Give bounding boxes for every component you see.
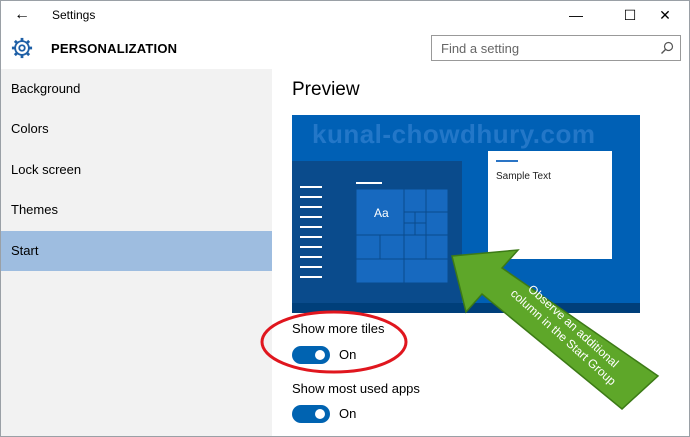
sidebar-item-themes[interactable]: Themes	[1, 190, 272, 230]
search-icon[interactable]	[660, 41, 674, 55]
watermark: kunal-chowdhury.com	[312, 119, 596, 149]
sidebar-item-background[interactable]: Background	[1, 69, 272, 109]
main-content: Preview Aa Sample Text kunal-chowdhury.c…	[272, 69, 689, 436]
sidebar-item-colors[interactable]: Colors	[1, 109, 272, 149]
tile-label: Aa	[374, 206, 389, 220]
show-most-used-apps-label: Show most used apps	[292, 381, 420, 396]
show-most-used-apps-state: On	[339, 406, 357, 421]
title-bar: ← Settings — ☐ ✕	[1, 1, 689, 29]
page-header: PERSONALIZATION	[1, 29, 689, 69]
sidebar-item-start[interactable]: Start	[1, 231, 272, 271]
toggle-knob	[315, 350, 325, 360]
toggle-knob	[315, 409, 325, 419]
show-most-used-apps-toggle[interactable]	[292, 405, 330, 423]
start-preview: Aa Sample Text kunal-chowdhury.com	[292, 115, 640, 313]
sidebar-item-lock-screen[interactable]: Lock screen	[1, 150, 272, 190]
preview-heading: Preview	[292, 79, 360, 100]
back-arrow-icon[interactable]: ←	[9, 4, 35, 26]
gear-icon	[11, 37, 33, 59]
show-more-tiles-state: On	[339, 347, 357, 362]
show-more-tiles-toggle[interactable]	[292, 346, 330, 364]
minimize-icon[interactable]: —	[553, 1, 599, 29]
search-box[interactable]	[431, 35, 681, 61]
sidebar: Background Colors Lock screen Themes Sta…	[1, 69, 272, 436]
page-title: PERSONALIZATION	[51, 41, 178, 56]
show-more-tiles-label: Show more tiles	[292, 321, 385, 336]
search-input[interactable]	[432, 36, 661, 60]
window-title: Settings	[52, 8, 96, 22]
sample-text: Sample Text	[496, 171, 551, 182]
settings-window: ← Settings — ☐ ✕ PERSONALIZATION Backgr	[0, 0, 690, 437]
close-icon[interactable]: ✕	[642, 1, 688, 29]
